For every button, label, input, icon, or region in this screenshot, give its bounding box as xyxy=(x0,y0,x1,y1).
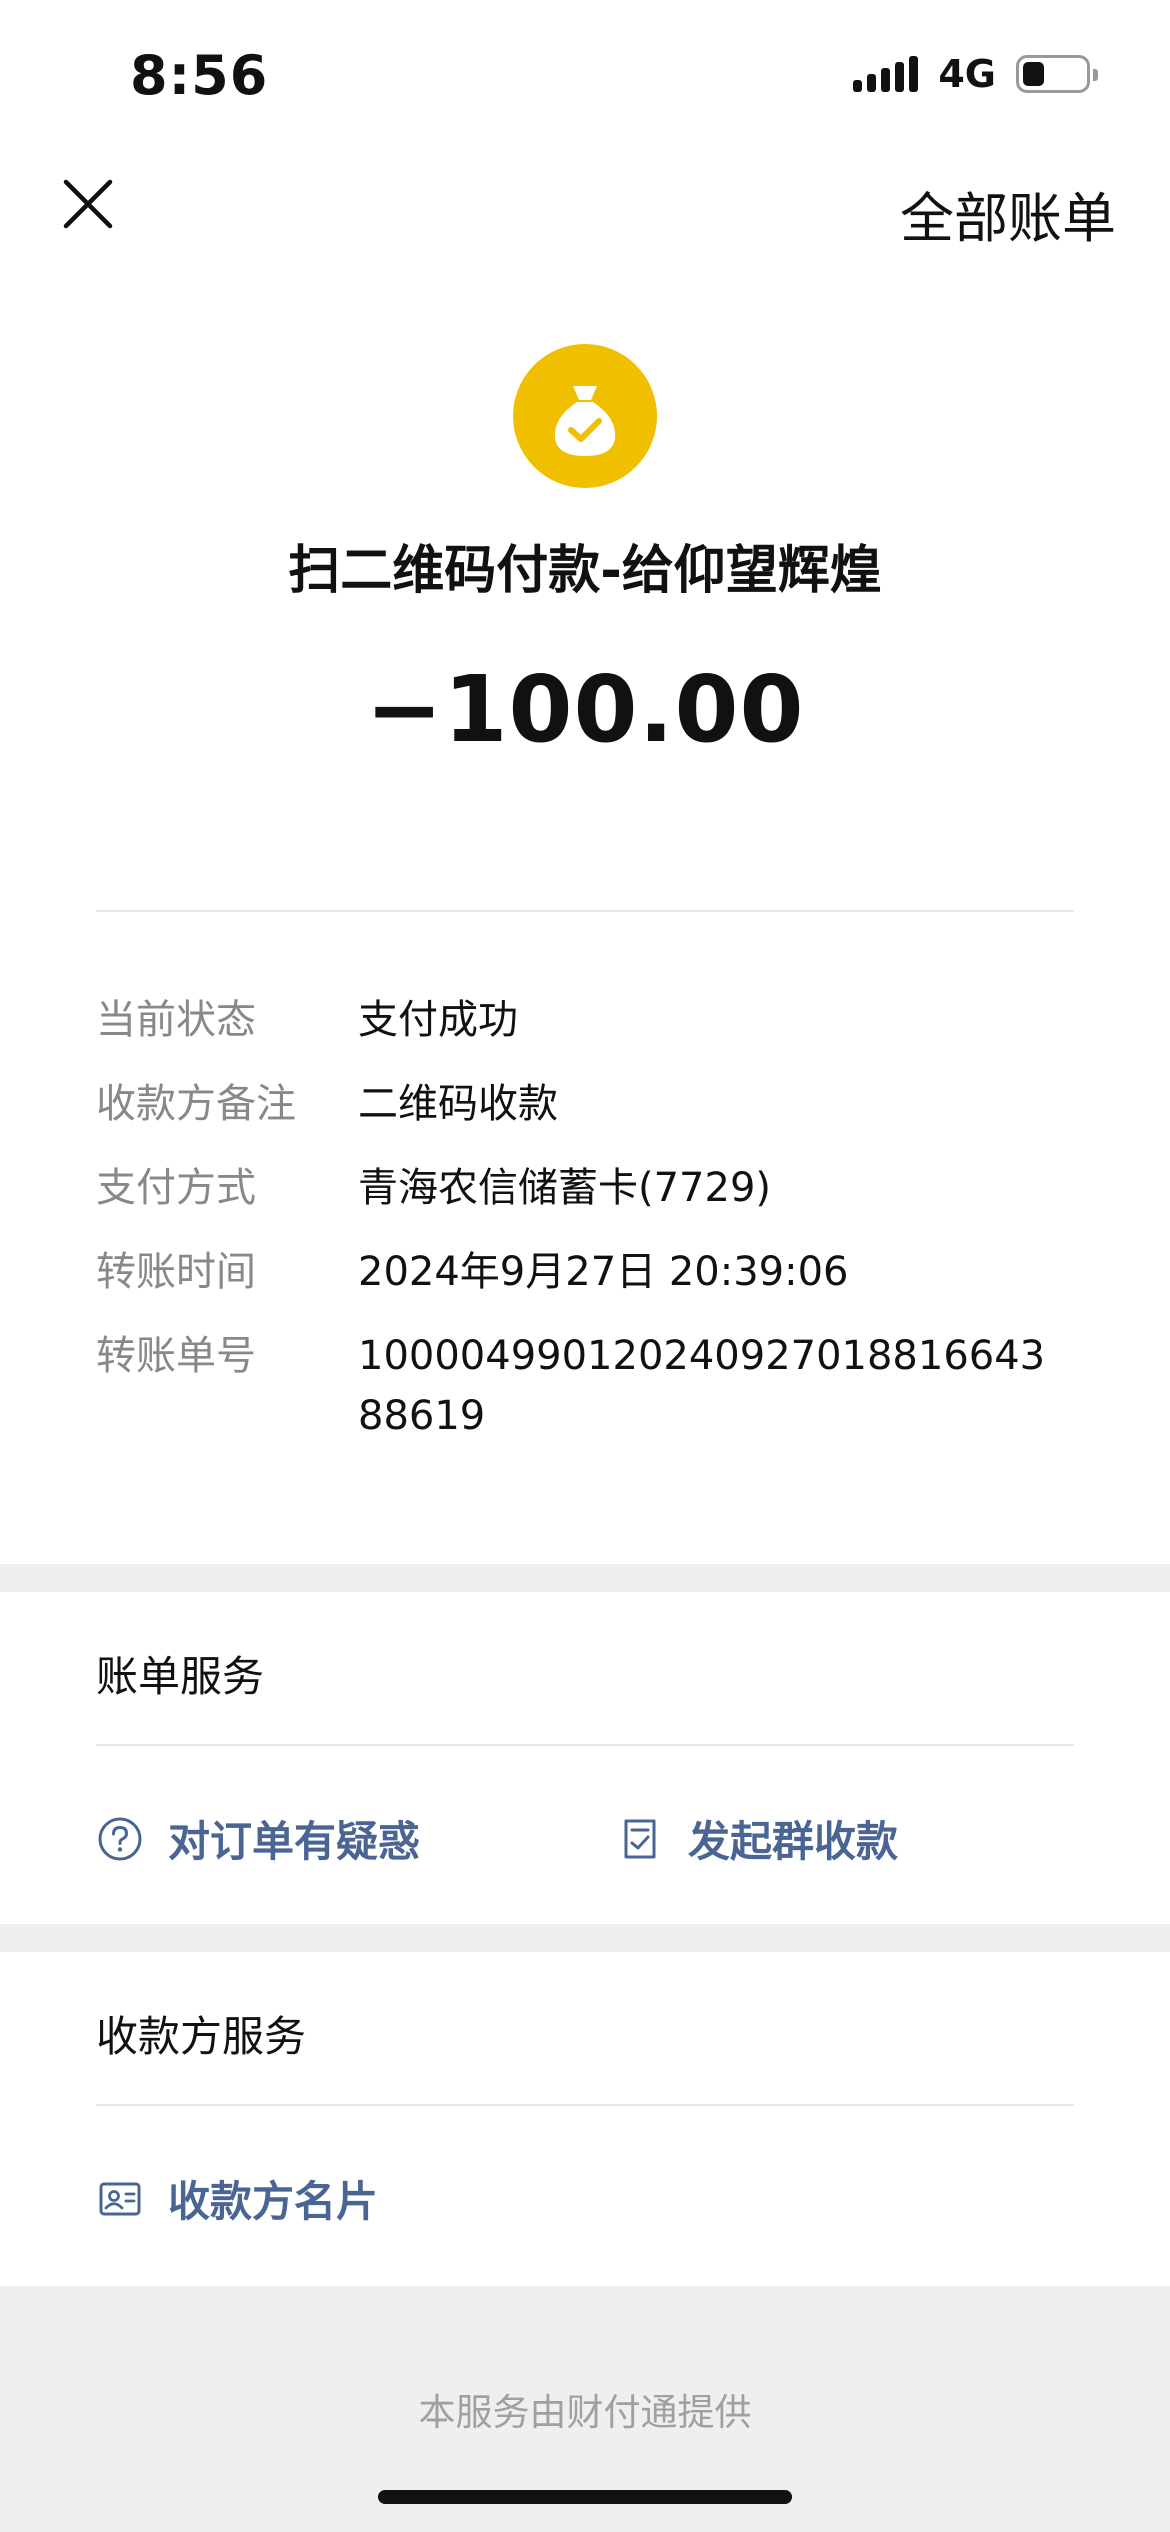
payee-card-button[interactable]: 收款方名片 xyxy=(96,2168,378,2229)
payee-card-label: 收款方名片 xyxy=(168,2177,379,2226)
bill-detail-screen: 8:56 4G 全部账单 扫二维码付款-给仰望辉煌 −100.00 当前状态 支… xyxy=(0,0,1170,2532)
detail-label: 转账单号 xyxy=(96,1333,256,1379)
all-bills-button[interactable]: 全部账单 xyxy=(900,174,1116,253)
detail-label: 转账时间 xyxy=(96,1249,256,1295)
detail-row-status: 当前状态 支付成功 xyxy=(96,990,1096,1050)
divider xyxy=(96,910,1074,912)
order-question-button[interactable]: 对订单有疑惑 xyxy=(96,1808,420,1869)
status-indicators: 4G xyxy=(853,52,1098,96)
detail-value[interactable]: 100004990120240927018816643 88619 xyxy=(358,1326,1078,1446)
status-time: 8:56 xyxy=(130,44,269,107)
order-question-label: 对订单有疑惑 xyxy=(168,1817,421,1866)
section-gap xyxy=(0,1924,1170,1952)
detail-row-remark: 收款方备注 二维码收款 xyxy=(96,1074,1096,1134)
detail-value: 支付成功 xyxy=(358,997,518,1043)
close-icon xyxy=(63,179,113,229)
section-gap xyxy=(0,1564,1170,1592)
signal-icon xyxy=(853,56,919,92)
group-collection-label: 发起群收款 xyxy=(688,1817,899,1866)
bill-services-title: 账单服务 xyxy=(96,1652,265,1701)
id-card-icon xyxy=(96,2175,144,2223)
detail-row-payment-method: 支付方式 青海农信储蓄卡(7729) xyxy=(96,1158,1096,1218)
payee-title: 扫二维码付款-给仰望辉煌 xyxy=(288,541,882,601)
footer-text: 本服务由财付通提供 xyxy=(418,2391,752,2434)
detail-value: 二维码收款 xyxy=(358,1081,558,1127)
divider xyxy=(96,2104,1074,2106)
group-collection-button[interactable]: 发起群收款 xyxy=(616,1808,898,1869)
payee-services-title: 收款方服务 xyxy=(96,2012,307,2061)
network-type: 4G xyxy=(938,52,996,96)
close-button[interactable] xyxy=(60,176,116,232)
question-circle-icon xyxy=(96,1815,144,1863)
detail-row-transfer-time: 转账时间 2024年9月27日 20:39:06 xyxy=(96,1242,1096,1302)
receipt-check-icon xyxy=(616,1815,664,1863)
money-bag-check-icon xyxy=(513,344,657,488)
home-indicator[interactable] xyxy=(378,2490,792,2504)
detail-row-transfer-number: 转账单号 100004990120240927018816643 88619 xyxy=(96,1326,1096,1446)
divider xyxy=(96,1744,1074,1746)
detail-value: 青海农信储蓄卡(7729) xyxy=(358,1165,772,1211)
amount: −100.00 xyxy=(365,656,805,763)
detail-label: 当前状态 xyxy=(96,997,256,1043)
detail-label: 收款方备注 xyxy=(96,1081,296,1127)
detail-label: 支付方式 xyxy=(96,1165,256,1211)
battery-level xyxy=(1023,62,1044,86)
battery-icon xyxy=(1016,55,1098,93)
detail-value: 2024年9月27日 20:39:06 xyxy=(358,1249,849,1295)
